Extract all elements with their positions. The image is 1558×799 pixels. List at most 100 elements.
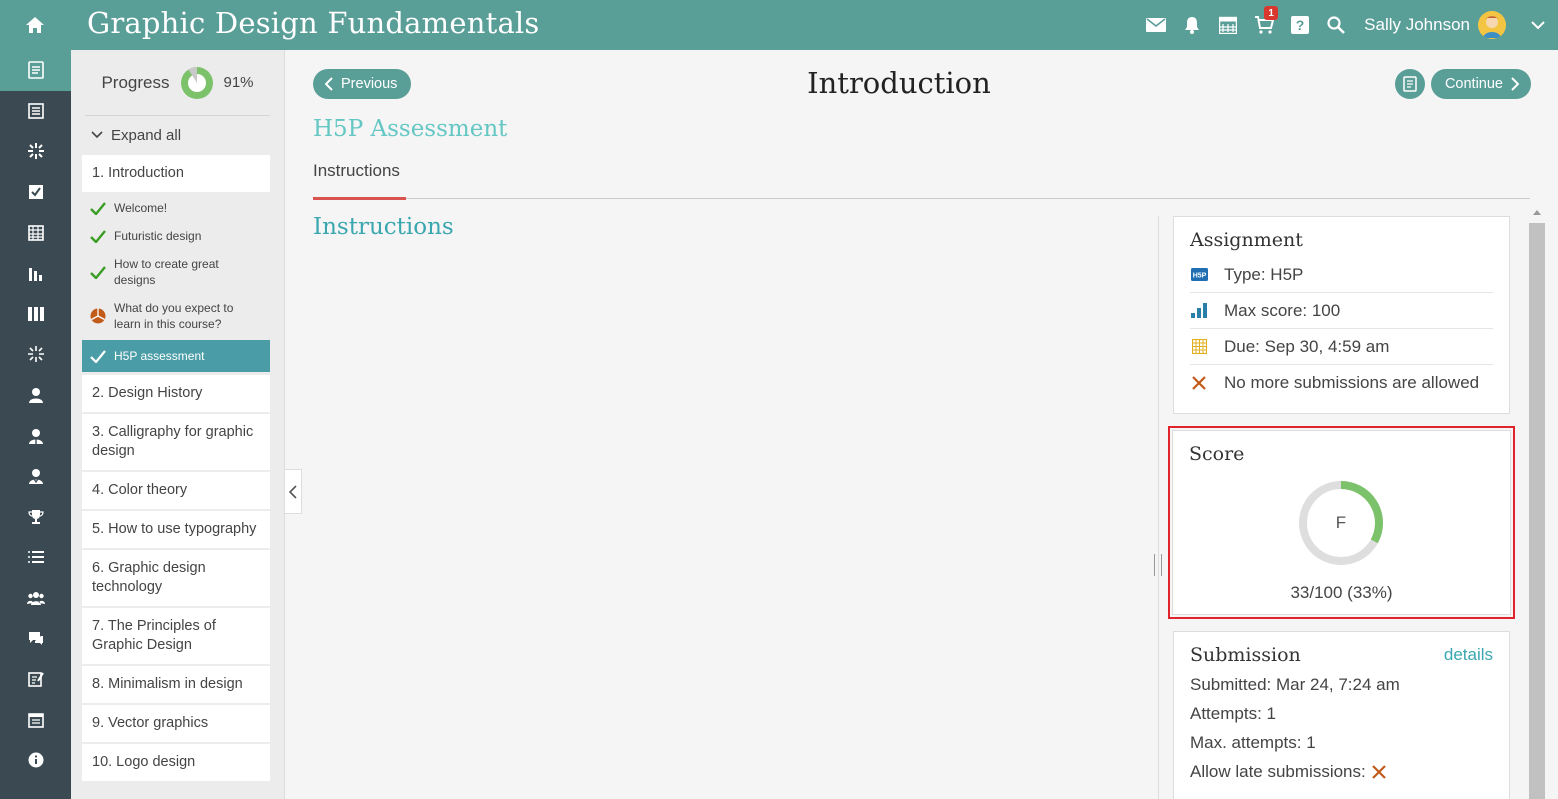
instructor-icon <box>28 428 43 444</box>
rail-discussions[interactable] <box>0 618 71 659</box>
search-icon <box>1327 16 1346 34</box>
lesson-item[interactable]: Futuristic design <box>82 222 270 250</box>
rail-library[interactable] <box>0 294 71 335</box>
late-submissions-label: Allow late submissions: <box>1190 762 1366 781</box>
submitted-date: Submitted: Mar 24, 7:24 am <box>1190 675 1400 694</box>
score-value: 33/100 (33%) <box>1290 583 1393 602</box>
mail-icon <box>1146 18 1167 32</box>
tab-instructions[interactable]: Instructions <box>313 161 406 200</box>
caret-up-icon <box>1533 209 1541 215</box>
expand-all-toggle[interactable]: Expand all <box>71 116 284 154</box>
lesson-label: Welcome! <box>114 201 168 215</box>
schedule-icon <box>27 712 44 728</box>
score-grade: F <box>1335 513 1347 532</box>
scroll-thumb[interactable] <box>1529 223 1545 799</box>
progress-label: Progress <box>101 72 170 92</box>
tab-label: Instructions <box>313 161 400 180</box>
main-content: Previous Introduction Continue H5P Asses… <box>286 50 1558 799</box>
section-item[interactable]: 9. Vector graphics <box>82 705 270 742</box>
news-icon <box>27 103 44 119</box>
search-button[interactable] <box>1318 0 1354 50</box>
chevron-down-icon <box>1531 20 1545 29</box>
max-score-text: Max score: 100 <box>1224 300 1341 320</box>
rail-course[interactable] <box>0 50 71 91</box>
user-name[interactable]: Sally Johnson <box>1364 15 1470 35</box>
calendar-button[interactable] <box>1210 0 1246 50</box>
rail-achievements[interactable] <box>0 497 71 538</box>
reports-icon <box>28 268 42 282</box>
rail-assessments[interactable] <box>0 659 71 700</box>
notes-button[interactable] <box>1395 69 1425 99</box>
avatar[interactable] <box>1478 11 1506 39</box>
submission-title: Submission <box>1190 644 1301 666</box>
notifications-button[interactable] <box>1174 0 1210 50</box>
section-item[interactable]: 4. Color theory <box>82 472 270 509</box>
section-item[interactable]: 1. Introduction <box>82 155 270 192</box>
rail-tasks[interactable] <box>0 172 71 213</box>
assignment-card: Assignment H5P Type: H5P Max score: 100 … <box>1173 216 1510 414</box>
continue-button[interactable]: Continue <box>1430 69 1531 99</box>
rail-activities[interactable] <box>0 131 71 172</box>
score-card: Score F 33/100 (33%) <box>1172 430 1511 615</box>
rail-users[interactable] <box>0 375 71 416</box>
user-avatar-icon <box>1478 11 1506 39</box>
rail-info[interactable] <box>0 740 71 781</box>
check-icon <box>90 349 106 363</box>
rail-skills[interactable] <box>0 334 71 375</box>
section-item[interactable]: 10. Logo design <box>82 744 270 781</box>
rail-reports[interactable] <box>0 253 71 294</box>
check-icon <box>90 265 106 279</box>
section-item[interactable]: 5. How to use typography <box>82 511 270 548</box>
pane-divider <box>1158 216 1159 799</box>
rail-groups[interactable] <box>0 578 71 619</box>
rail-news[interactable] <box>0 91 71 132</box>
assessment-icon <box>27 672 44 688</box>
calendar-icon <box>1191 339 1207 354</box>
svg-text:?: ? <box>1296 17 1305 33</box>
notebook-icon <box>1403 76 1417 92</box>
lesson-item[interactable]: Welcome! <box>82 194 270 222</box>
close-x-icon <box>1371 765 1386 779</box>
section-item[interactable]: 8. Minimalism in design <box>82 666 270 703</box>
details-column: Assignment H5P Type: H5P Max score: 100 … <box>1168 216 1515 799</box>
assignment-type-text: Type: H5P <box>1224 264 1304 284</box>
details-scrollbar[interactable] <box>1528 205 1546 799</box>
rail-schedule[interactable] <box>0 700 71 741</box>
section-item[interactable]: 2. Design History <box>82 375 270 412</box>
cart-button[interactable]: 1 <box>1246 0 1282 50</box>
submission-card: Submission details Submitted: Mar 24, 7:… <box>1173 631 1510 799</box>
h5p-icon: H5P <box>1190 268 1208 281</box>
rail-instructors[interactable] <box>0 415 71 456</box>
chevron-down-icon <box>91 131 103 139</box>
library-icon <box>27 306 44 321</box>
pane-resize-handle[interactable] <box>1154 554 1162 576</box>
activities-icon <box>27 143 44 160</box>
help-icon: ? <box>1291 16 1310 34</box>
lesson-label: Futuristic design <box>114 229 202 243</box>
tab-bar: Instructions <box>313 155 1530 200</box>
rail-trainees[interactable] <box>0 456 71 497</box>
lesson-item[interactable]: How to create great designs <box>82 250 270 294</box>
help-button[interactable]: ? <box>1282 0 1318 50</box>
section-item[interactable]: 3. Calligraphy for graphic design <box>82 414 270 470</box>
due-date-text: Due: Sep 30, 4:59 am <box>1224 336 1390 356</box>
instructions-heading: Instructions <box>313 214 454 240</box>
groups-icon <box>26 592 45 606</box>
lesson-item[interactable]: What do you expect to learn in this cour… <box>82 294 270 338</box>
rail-list[interactable] <box>0 537 71 578</box>
attempts-count: Attempts: 1 <box>1190 704 1276 723</box>
active-tab-indicator <box>313 197 406 200</box>
details-link[interactable]: details <box>1444 645 1493 665</box>
rail-calendar[interactable] <box>0 212 71 253</box>
user-icon <box>28 388 43 404</box>
messages-button[interactable] <box>1138 0 1174 50</box>
user-menu-toggle[interactable] <box>1518 0 1558 50</box>
lesson-item-active[interactable]: H5P assessment <box>82 340 270 372</box>
top-bar: Graphic Design Fundamentals 1 ? Sally Jo… <box>0 0 1558 50</box>
home-button[interactable] <box>0 0 70 50</box>
score-title: Score <box>1189 443 1245 465</box>
section-item[interactable]: 7. The Principles of Graphic Design <box>82 608 270 664</box>
section-item[interactable]: 6. Graphic design technology <box>82 550 270 606</box>
page-title: Introduction <box>807 66 991 100</box>
scroll-up-arrow[interactable] <box>1528 205 1546 219</box>
